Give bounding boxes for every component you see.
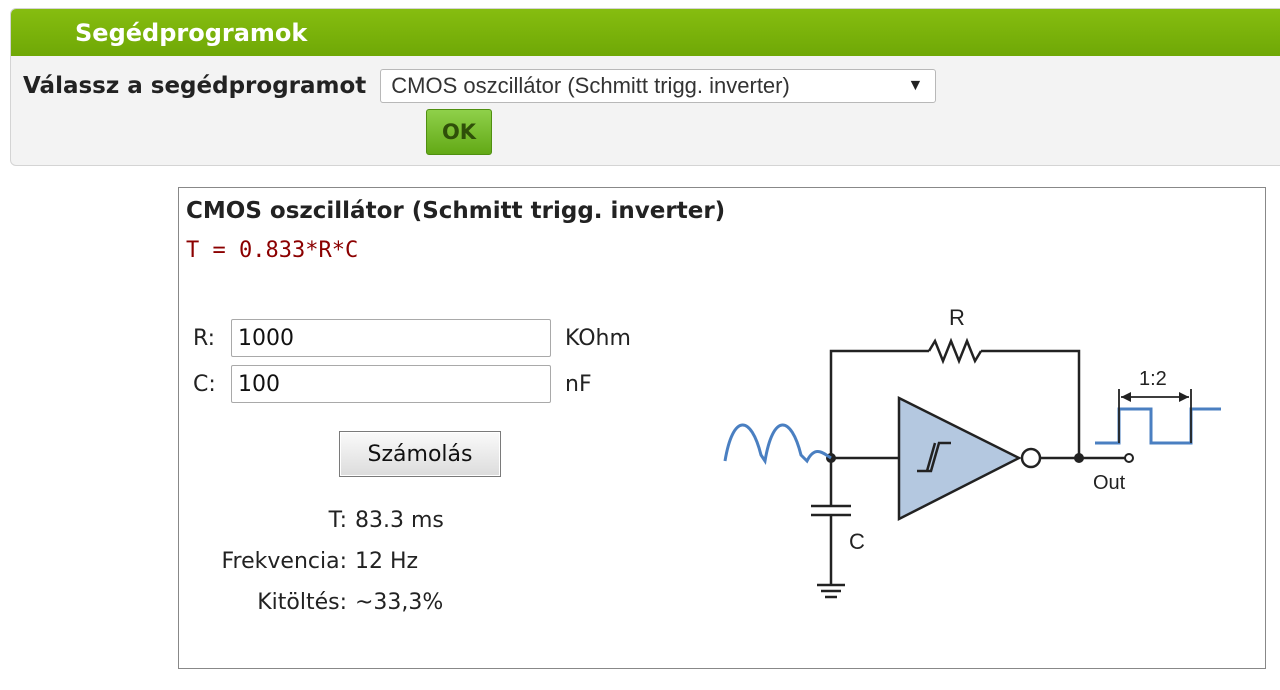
r-input[interactable] — [231, 319, 551, 357]
arrow-right-icon — [1179, 392, 1189, 402]
formula-text: T = 0.833*R*C — [186, 238, 359, 263]
utility-select-value: CMOS oszcillátor (Schmitt trigg. inverte… — [391, 73, 790, 98]
result-row: Frekvencia: 12 Hz — [179, 549, 419, 574]
output-square-wave — [1095, 407, 1221, 445]
inverter-symbol — [897, 395, 1022, 522]
ok-button[interactable]: OK — [426, 109, 492, 155]
result-label: T: — [328, 508, 347, 533]
r-unit: KOhm — [565, 325, 631, 351]
result-value: 83.3 ms — [355, 508, 444, 533]
result-label: Frekvencia: — [221, 549, 348, 574]
calculator-box: CMOS oszcillátor (Schmitt trigg. inverte… — [178, 187, 1266, 669]
output-terminal-icon — [1124, 453, 1134, 463]
calculate-button[interactable]: Számolás — [339, 431, 501, 477]
oscillator-circuit-diagram: R C Out 1:2 — [723, 305, 1221, 599]
arrow-left-icon — [1121, 392, 1131, 402]
feedback-wire-right — [981, 349, 1081, 458]
result-label: Kitöltés: — [257, 590, 347, 615]
selector-row: Válassz a segédprogramot CMOS oszcilláto… — [23, 69, 937, 103]
utilities-panel: Segédprogramok Válassz a segédprogramot … — [10, 8, 1280, 166]
dropdown-arrow-icon: ▼ — [907, 77, 924, 94]
c-label: C: — [193, 371, 216, 397]
inverter-bubble — [1020, 447, 1042, 469]
c-unit: nF — [565, 371, 592, 397]
r-label: R: — [193, 325, 216, 351]
result-value: 12 Hz — [355, 549, 419, 574]
resistor-label: R — [949, 305, 965, 330]
c-input[interactable] — [231, 365, 551, 403]
selector-label: Válassz a segédprogramot — [23, 73, 367, 99]
result-row: Kitöltés: ~33,3% — [179, 590, 443, 615]
resistor-zigzag — [927, 337, 983, 365]
result-value: ~33,3% — [355, 590, 444, 615]
input-signal-wave — [723, 423, 832, 465]
calculator-title: CMOS oszcillátor (Schmitt trigg. inverte… — [186, 198, 726, 224]
junction-dot — [1074, 453, 1084, 463]
capacitor-label: C — [849, 529, 865, 554]
output-label: Out — [1093, 472, 1126, 494]
result-row: T: 83.3 ms — [179, 508, 444, 533]
c-field-row: C: nF — [193, 365, 592, 403]
panel-header: Segédprogramok — [11, 9, 1280, 56]
utility-select[interactable]: CMOS oszcillátor (Schmitt trigg. inverte… — [380, 69, 937, 103]
duty-ratio-label: 1:2 — [1139, 368, 1167, 390]
r-field-row: R: KOhm — [193, 319, 631, 357]
